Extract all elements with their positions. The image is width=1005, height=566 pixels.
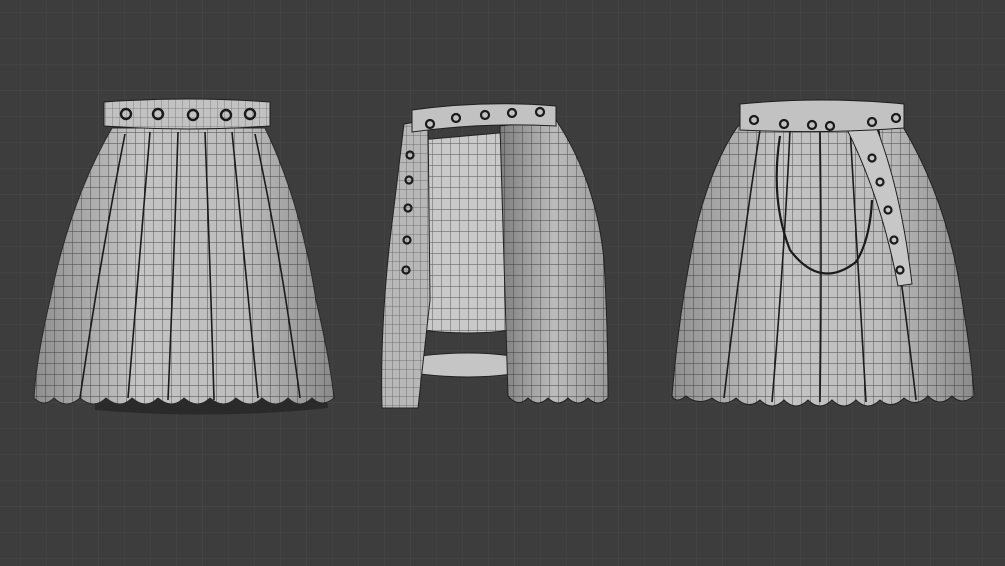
scene-canvas — [33, 98, 975, 415]
skirt-side-view[interactable] — [381, 103, 609, 409]
back-waistband — [739, 99, 905, 133]
skirt-back-view[interactable] — [671, 99, 975, 407]
side-shorts-hem — [419, 352, 513, 378]
skirt-front-view[interactable] — [33, 98, 335, 415]
3d-viewport[interactable] — [0, 0, 1005, 566]
